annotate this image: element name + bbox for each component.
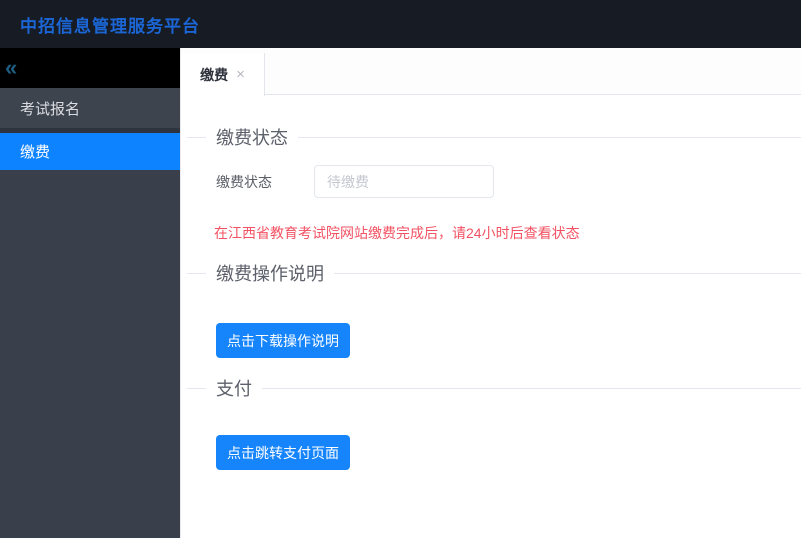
divider-line — [187, 272, 206, 274]
payment-status-form-row: 缴费状态 — [216, 165, 801, 198]
content-area: 缴费 × 缴费状态 缴费状态 在江西省教育考试院网站缴费完成后，请24小时后查看… — [180, 48, 801, 538]
divider-line — [187, 387, 206, 389]
main-panel: 缴费状态 缴费状态 在江西省教育考试院网站缴费完成后，请24小时后查看状态 缴费… — [181, 124, 801, 470]
payment-status-label: 缴费状态 — [216, 173, 272, 190]
sidebar: « 考试报名 缴费 — [0, 48, 180, 538]
sidebar-item-label: 考试报名 — [20, 100, 81, 118]
sidebar-item-exam-registration[interactable]: 考试报名 — [0, 88, 180, 128]
tab-payment[interactable]: 缴费 × — [181, 53, 265, 96]
tab-close-icon[interactable]: × — [236, 67, 245, 82]
sidebar-background — [0, 170, 180, 538]
go-to-payment-button[interactable]: 点击跳转支付页面 — [216, 435, 350, 470]
payment-status-input[interactable] — [314, 165, 494, 198]
divider-line — [298, 136, 801, 138]
download-instructions-button[interactable]: 点击下载操作说明 — [216, 323, 350, 358]
tab-payment-label: 缴费 — [200, 66, 229, 83]
section-heading-payment-status: 缴费状态 — [181, 124, 801, 150]
app-title: 中招信息管理服务平台 — [20, 16, 200, 36]
pay-heading: 支付 — [216, 379, 252, 399]
tab-bar: 缴费 × — [181, 48, 801, 96]
section-heading-pay: 支付 — [181, 375, 801, 401]
sidebar-item-label: 缴费 — [20, 144, 51, 161]
payment-status-heading: 缴费状态 — [216, 128, 288, 148]
divider-line — [187, 136, 206, 138]
payment-notice-text: 在江西省教育考试院网站缴费完成后，请24小时后查看状态 — [214, 225, 580, 241]
divider-line — [334, 272, 801, 274]
collapse-sidebar-icon[interactable]: « — [5, 57, 17, 79]
sidebar-collapse-strip: « — [0, 48, 180, 88]
divider-line — [262, 387, 801, 389]
section-heading-instructions: 缴费操作说明 — [181, 260, 801, 286]
instructions-heading: 缴费操作说明 — [216, 264, 324, 284]
top-bar: 中招信息管理服务平台 — [0, 0, 801, 48]
sidebar-item-payment[interactable]: 缴费 — [0, 133, 180, 170]
